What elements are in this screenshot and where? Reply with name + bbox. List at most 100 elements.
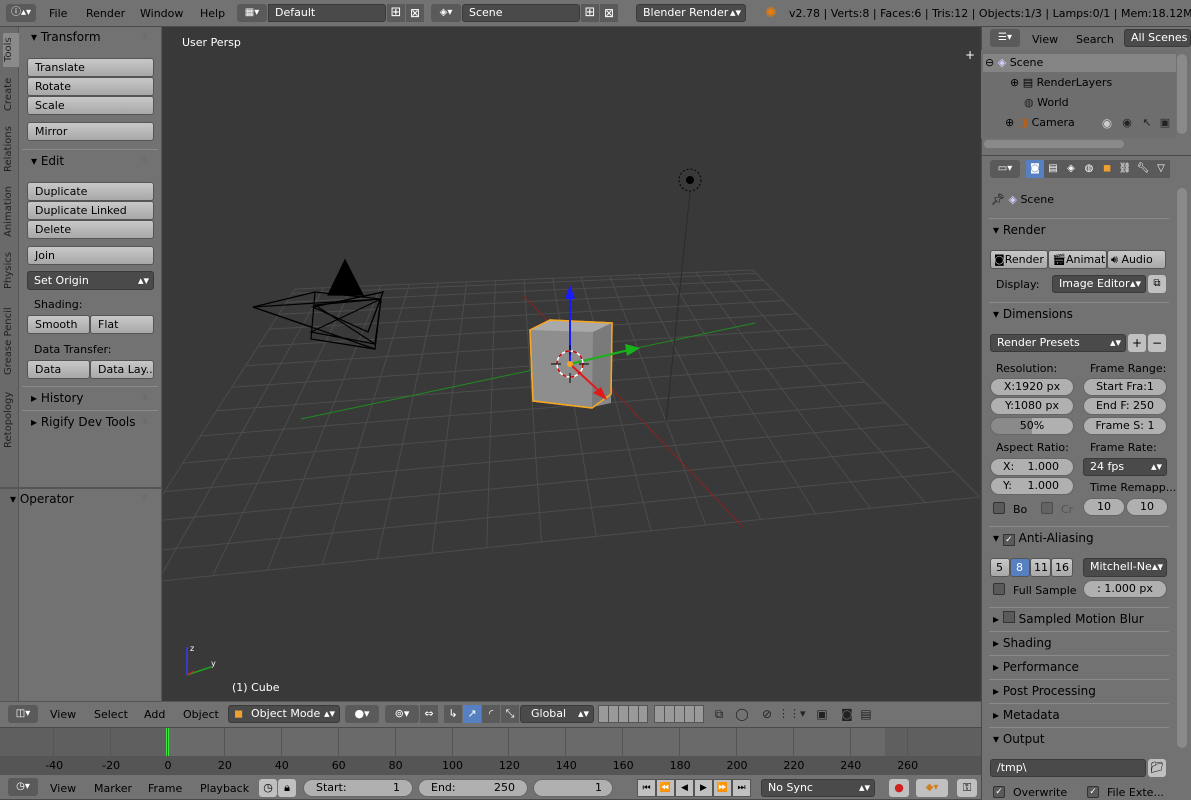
performance-panel-header[interactable]: ▸ Performance — [989, 655, 1169, 677]
lock-layers-icon[interactable]: ⧉ — [710, 705, 728, 723]
tab-tools[interactable]: Tools — [3, 33, 19, 67]
camera-object[interactable] — [252, 258, 384, 350]
scale-manip-icon[interactable]: ⤡ — [501, 705, 519, 723]
render-panel-header[interactable]: ▾ Render — [989, 218, 1169, 240]
properties-scrollbar[interactable] — [1177, 188, 1187, 748]
menu-select[interactable]: Select — [94, 708, 128, 722]
editor-type-info-icon[interactable]: ⓘ▴▾ — [6, 4, 36, 22]
display-fullscreen-icon[interactable]: ⧉ — [1148, 275, 1166, 293]
filter-size-field[interactable]: : 1.000 px — [1083, 580, 1167, 598]
menu-window[interactable]: Window — [140, 7, 183, 21]
edit-panel-title[interactable]: ▾ Edit — [31, 153, 64, 169]
viewport[interactable]: z y User Persp (1) Cube + — [163, 27, 980, 701]
aa-sample-11-button[interactable]: 11 — [1030, 558, 1051, 577]
layout-add-icon[interactable]: ⊞ — [387, 4, 405, 22]
flat-button[interactable]: Flat — [90, 315, 154, 334]
jump-start-icon[interactable]: ⏮ — [637, 779, 656, 797]
grip-icon[interactable]: ⁝⁝⁝ — [141, 417, 148, 427]
menu-render[interactable]: Render — [86, 7, 125, 21]
record-icon[interactable]: ● — [889, 779, 909, 797]
editor-type-properties-icon[interactable]: ▭▾ — [990, 160, 1020, 178]
modifiers-tab-icon[interactable]: 🔧︎ — [1134, 160, 1152, 178]
timeline-menu-playback[interactable]: Playback — [200, 782, 249, 796]
proportional-edit-icon[interactable]: ◯ — [733, 705, 751, 723]
tab-retopology[interactable]: Retopology — [3, 387, 19, 453]
data-button[interactable]: Data — [27, 360, 90, 379]
file-extensions-checkbox[interactable]: ✓ — [1087, 786, 1099, 798]
menu-view[interactable]: View — [50, 708, 76, 722]
folder-icon[interactable]: 📁︎ — [1148, 759, 1166, 777]
scene-tab-icon[interactable]: ◈ — [1062, 160, 1080, 178]
timeline-menu-marker[interactable]: Marker — [94, 782, 132, 796]
end-frame-field[interactable]: End: 250 — [418, 779, 528, 797]
preset-add-icon[interactable]: + — [1128, 334, 1146, 352]
jump-end-icon[interactable]: ⏭ — [732, 779, 751, 797]
layout-field[interactable]: Default — [268, 4, 386, 22]
snap-icon[interactable]: ⊘ — [758, 705, 776, 723]
keying-set-icon[interactable]: ◆▾ — [916, 779, 948, 797]
move-manip-icon[interactable]: ↗ — [463, 705, 481, 723]
anti-aliasing-panel-header[interactable]: ▾ ✓ Anti-Aliasing — [989, 526, 1169, 548]
play-icon[interactable]: ▶ — [694, 779, 713, 797]
metadata-panel-header[interactable]: ▸ Metadata — [989, 703, 1169, 725]
full-sample-checkbox[interactable] — [993, 583, 1005, 595]
set-origin-select[interactable]: Set Origin ▴▾ — [27, 271, 154, 290]
post-processing-panel-header[interactable]: ▸ Post Processing — [989, 679, 1169, 701]
translate-manip-icon[interactable]: ↳ — [444, 705, 462, 723]
mode-select[interactable]: ◼ Object Mode ▴▾ — [228, 705, 340, 723]
renderable-camera-icon[interactable]: ▣ — [1157, 114, 1173, 132]
join-button[interactable]: Join — [27, 246, 154, 265]
editor-type-view3d-icon[interactable]: ◫▾ — [8, 705, 38, 723]
scene-add-icon[interactable]: ⊞ — [581, 4, 599, 22]
resolution-x-field[interactable]: X:1920 px — [990, 378, 1074, 396]
tab-grease-pencil[interactable]: Grease Pencil — [3, 302, 19, 380]
lamp-object[interactable] — [665, 168, 702, 423]
pivot-icon[interactable]: ⊚▾ — [385, 705, 419, 723]
scene-field[interactable]: Scene — [462, 4, 580, 22]
resolution-y-field[interactable]: Y:1080 px — [990, 397, 1074, 415]
preview-range-icon[interactable]: ◷ — [259, 779, 277, 797]
render-layers-tab-icon[interactable]: ▤ — [1044, 160, 1062, 178]
animation-button[interactable]: 🎬︎Animati — [1048, 250, 1107, 269]
aspect-y-field[interactable]: Y: 1.000 — [990, 477, 1074, 495]
preset-remove-icon[interactable]: − — [1148, 334, 1166, 352]
viewport-shading-icon[interactable]: ●▾ — [345, 705, 379, 723]
grip-icon[interactable]: ⁝⁝⁝ — [141, 156, 148, 166]
menu-file[interactable]: File — [49, 7, 67, 21]
delete-button[interactable]: Delete — [27, 220, 154, 239]
rotate-manip-icon[interactable]: ◜ — [482, 705, 500, 723]
end-frame-prop-field[interactable]: End F: 250 — [1083, 397, 1167, 415]
mirror-button[interactable]: Mirror — [27, 122, 154, 141]
render-view-icon[interactable]: ◙ — [838, 705, 856, 723]
next-keyframe-icon[interactable]: ⏩ — [713, 779, 732, 797]
start-frame-field[interactable]: Start: 1 — [303, 779, 413, 797]
layout-icon[interactable]: ▦▾ — [237, 4, 267, 22]
sync-select[interactable]: No Sync ▴▾ — [761, 779, 875, 797]
aa-filter-select[interactable]: Mitchell-Ne... ▴▾ — [1083, 558, 1167, 577]
menu-help[interactable]: Help — [200, 7, 225, 21]
history-panel-title[interactable]: ▸ History — [31, 390, 84, 406]
translate-button[interactable]: Translate — [27, 58, 154, 77]
editor-type-timeline-icon[interactable]: ◷▾ — [8, 778, 38, 796]
object-tab-icon[interactable]: ◼ — [1098, 160, 1116, 178]
fps-select[interactable]: 24 fps ▴▾ — [1083, 458, 1167, 476]
scene-remove-icon[interactable]: ⊠ — [600, 4, 618, 22]
outliner-item-scene[interactable]: ⊖ ◈ Scene — [985, 56, 1043, 70]
dimensions-panel-header[interactable]: ▾ Dimensions — [989, 302, 1169, 324]
layers-grid-icon[interactable] — [598, 705, 648, 723]
orientation-select[interactable]: Global ▴▾ — [520, 705, 594, 723]
menu-add[interactable]: Add — [144, 708, 165, 722]
outliner-menu-search[interactable]: Search — [1076, 33, 1114, 47]
menu-object[interactable]: Object — [183, 708, 219, 722]
keyframe-insert-icon[interactable]: ⚿ — [957, 779, 977, 797]
render-presets-select[interactable]: Render Presets ▴▾ — [990, 334, 1126, 352]
grip-icon[interactable]: ⁝⁝⁝ — [141, 32, 148, 42]
editor-type-outliner-icon[interactable]: ☰▾ — [990, 29, 1020, 47]
render-engine-select[interactable]: Blender Render ▴▾ — [636, 4, 746, 22]
scene-icon[interactable]: ◈▾ — [431, 4, 461, 22]
aa-sample-5-button[interactable]: 5 — [990, 558, 1010, 577]
frame-step-field[interactable]: Frame S: 1 — [1083, 417, 1167, 435]
grip-icon[interactable]: ⁝⁝⁝ — [141, 494, 148, 504]
outliner-scrollbar[interactable] — [1177, 54, 1187, 134]
duplicate-linked-button[interactable]: Duplicate Linked — [27, 201, 154, 220]
